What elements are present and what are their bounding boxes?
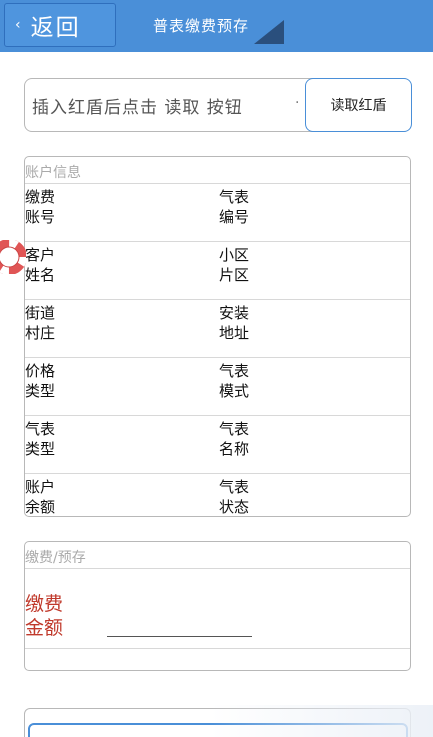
title-bar: ‹ 返回 普表缴费预存 (0, 0, 433, 52)
account-field-label-right: 气表 编号 (219, 188, 250, 226)
payment-amount-input[interactable] (107, 629, 252, 637)
bottom-overlay (210, 705, 433, 737)
account-field-label-left: 账户 余额 (25, 478, 56, 516)
account-field-label-right: 小区 片区 (219, 246, 250, 284)
account-info-row: 客户 姓名 小区 片区 (25, 241, 410, 299)
account-field-label-right: 气表 名称 (219, 420, 250, 458)
account-info-row: 街道 村庄 安装 地址 (25, 299, 410, 357)
lifebuoy-icon[interactable] (0, 240, 26, 274)
account-info-rows: 缴费 账号 气表 编号客户 姓名 小区 片区街道 村庄 安装 地址价格 类型 气表 模式气表 类型 气表 名称… (25, 183, 410, 531)
account-field-label-right: 安装 地址 (219, 304, 250, 342)
reader-hint: 插入红盾后点击 读取 按钮 (32, 98, 243, 118)
account-info-row: 气表 类型 气表 名称 (25, 415, 410, 473)
page-title: 普表缴费预存 (153, 17, 250, 35)
account-field-label-left: 缴费 账号 (25, 188, 56, 226)
back-label: 返回 (30, 15, 81, 41)
reader-dot: · (295, 95, 300, 111)
account-field-label-right: 气表 状态 (219, 478, 250, 516)
payment-amount-row: 缴费 金额 (25, 568, 410, 648)
account-field-label-left: 气表 类型 (25, 420, 56, 458)
account-field-label-left: 价格 类型 (25, 362, 56, 400)
account-field-label-left: 街道 村庄 (25, 304, 56, 342)
account-info-row: 账户 余额 气表 状态 (25, 473, 410, 531)
account-field-label-left: 客户 姓名 (25, 246, 56, 284)
account-field-label-right: 气表 模式 (219, 362, 250, 400)
payment-amount-label: 缴费 金额 (25, 593, 64, 639)
payment-panel: 缴费/预存 缴费 金额 (24, 541, 411, 671)
back-button[interactable]: ‹ 返回 (4, 3, 116, 47)
payment-header: 缴费/预存 (25, 550, 86, 566)
card-reader-row: 插入红盾后点击 读取 按钮 · 读取红盾 (24, 78, 412, 132)
payment-footer (25, 648, 410, 670)
account-info-header: 账户信息 (25, 165, 81, 181)
corner-triangle-icon (254, 20, 284, 44)
account-info-row: 价格 类型 气表 模式 (25, 357, 410, 415)
chevron-left-icon: ‹ (15, 17, 21, 33)
read-card-button[interactable]: 读取红盾 (305, 78, 412, 132)
account-info-panel: 账户信息 缴费 账号 气表 编号客户 姓名 小区 片区街道 村庄 安装 地址价格 类型 气表 模式气表类… (24, 156, 411, 517)
account-info-row: 缴费 账号 气表 编号 (25, 183, 410, 241)
